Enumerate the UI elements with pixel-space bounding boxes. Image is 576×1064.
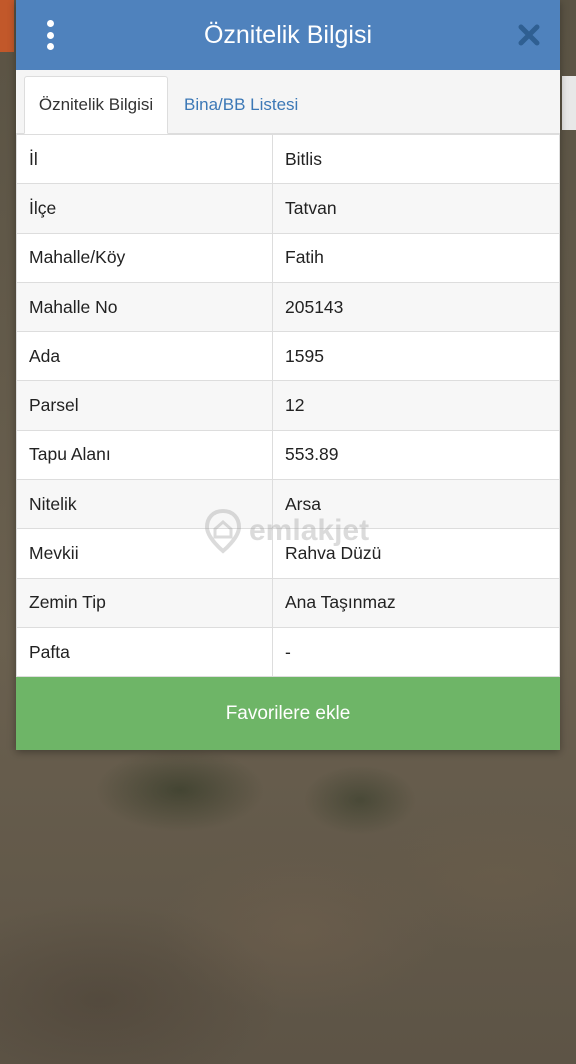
watermark: emlakjet xyxy=(203,508,369,554)
attribute-label: İlçe xyxy=(16,183,273,234)
attribute-info-dialog: Öznitelik Bilgisi Öznitelik Bilgisi Bina… xyxy=(16,0,560,751)
attribute-label: Mahalle/Köy xyxy=(16,232,273,283)
table-row: Ada 1595 xyxy=(16,331,560,382)
add-to-favorites-button[interactable]: Favorilere ekle xyxy=(16,677,560,751)
table-row: İlçe Tatvan xyxy=(16,183,560,234)
table-row: Parsel 12 xyxy=(16,380,560,431)
attribute-label: Parsel xyxy=(16,380,273,431)
attribute-value: 553.89 xyxy=(272,429,560,481)
tab-attribute-info[interactable]: Öznitelik Bilgisi xyxy=(24,76,168,134)
attribute-label: Mahalle No xyxy=(16,281,273,333)
attribute-label: Zemin Tip xyxy=(16,577,273,628)
table-row: Mahalle No 205143 xyxy=(16,281,560,333)
tab-building-list[interactable]: Bina/BB Listesi xyxy=(184,76,298,134)
attribute-value: Ana Taşınmaz xyxy=(272,577,560,628)
table-row: İl Bitlis xyxy=(16,133,560,185)
watermark-text: emlakjet xyxy=(249,514,370,547)
map-control-edge-right xyxy=(562,76,576,130)
attribute-value: 12 xyxy=(272,380,560,431)
attribute-value: 205143 xyxy=(272,281,560,333)
attribute-label: Pafta xyxy=(16,626,273,678)
table-row: Tapu Alanı 553.89 xyxy=(16,429,560,481)
attribute-label: İl xyxy=(16,133,273,185)
map-control-edge xyxy=(0,0,14,52)
table-row: Pafta - xyxy=(16,626,560,678)
attribute-label: Tapu Alanı xyxy=(16,429,273,481)
attribute-value: - xyxy=(272,626,560,678)
dialog-title: Öznitelik Bilgisi xyxy=(203,20,373,49)
more-vertical-icon[interactable] xyxy=(42,20,58,50)
table-row: Mahalle/Köy Fatih xyxy=(16,232,560,283)
attribute-value: 1595 xyxy=(272,331,560,382)
table-row: Zemin Tip Ana Taşınmaz xyxy=(16,577,560,628)
attribute-value: Fatih xyxy=(272,232,560,283)
tab-bar: Öznitelik Bilgisi Bina/BB Listesi xyxy=(16,70,560,134)
map-pin-home-icon xyxy=(204,508,242,554)
attribute-value: Tatvan xyxy=(272,183,560,234)
attribute-label: Ada xyxy=(16,331,273,382)
close-icon[interactable] xyxy=(516,22,542,48)
attribute-table: İl Bitlis İlçe Tatvan Mahalle/Köy Fatih Mahall… xyxy=(16,133,560,678)
dialog-header: Öznitelik Bilgisi xyxy=(16,0,560,70)
attribute-value: Bitlis xyxy=(272,133,560,185)
